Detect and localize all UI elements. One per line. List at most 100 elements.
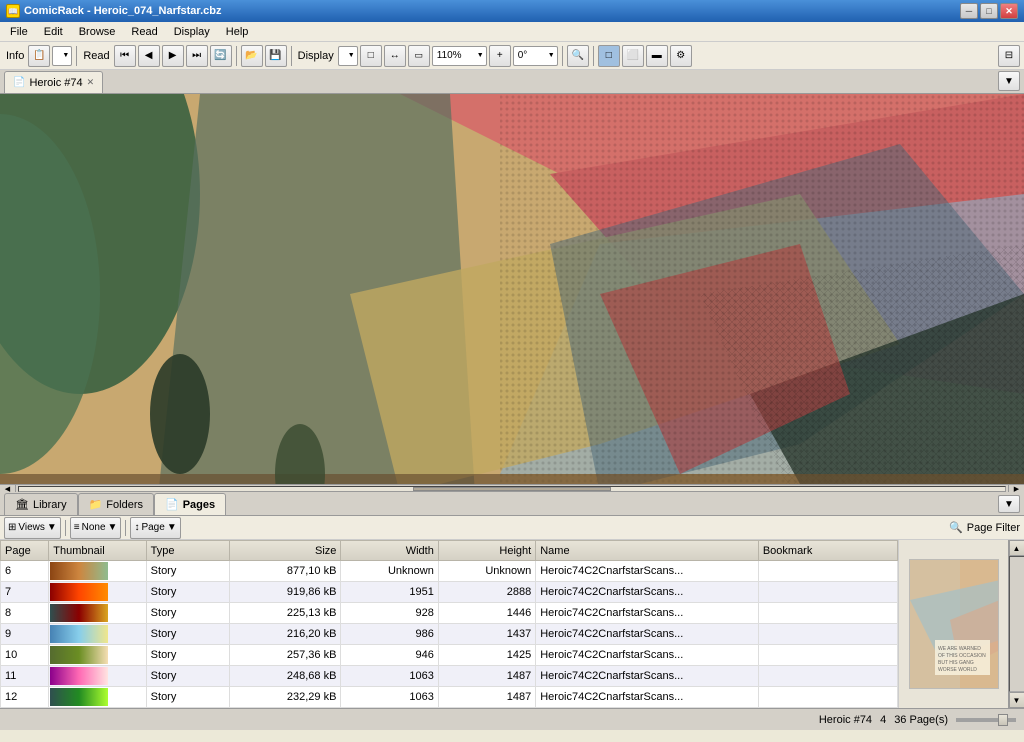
cell-size: 257,36 kB: [230, 645, 341, 666]
prev-page-icon: ◀: [145, 50, 153, 61]
cell-width: 928: [341, 603, 438, 624]
cell-page: 7: [1, 582, 49, 603]
table-row[interactable]: 11Story248,68 kB10631487Heroic74C2Cnarfs…: [1, 666, 898, 687]
fit-width-button[interactable]: ↔: [384, 45, 406, 67]
first-page-button[interactable]: ⏮: [114, 45, 136, 67]
cell-height: Unknown: [438, 561, 535, 582]
col-header-bookmark[interactable]: Bookmark: [758, 541, 897, 561]
mode-dropdown[interactable]: [52, 46, 72, 66]
restore-button[interactable]: □: [980, 3, 998, 19]
svg-text:OF THIS OCCASION: OF THIS OCCASION: [938, 653, 986, 659]
cell-size: 225,13 kB: [230, 603, 341, 624]
library-tab[interactable]: 🏛 Library: [4, 493, 78, 515]
view-single-button[interactable]: □: [598, 45, 620, 67]
view-strip-button[interactable]: ▬: [646, 45, 668, 67]
cell-name: Heroic74C2CnarfstarScans...: [536, 603, 759, 624]
cell-name: Heroic74C2CnarfstarScans...: [536, 624, 759, 645]
page-count-button[interactable]: ▭: [408, 45, 430, 67]
cell-width: Unknown: [341, 561, 438, 582]
table-row[interactable]: 8Story225,13 kB9281446Heroic74C2Cnarfsta…: [1, 603, 898, 624]
views-button[interactable]: ⊞ Views ▼: [4, 517, 61, 539]
next-page-button[interactable]: ▶: [162, 45, 184, 67]
table-row[interactable]: 7Story919,86 kB19512888Heroic74C2Cnarfst…: [1, 582, 898, 603]
menu-read[interactable]: Read: [125, 25, 163, 39]
cell-thumbnail: [49, 666, 146, 687]
panel-toggle-button[interactable]: ⊟: [998, 45, 1020, 67]
views-dropdown-icon: ▼: [47, 522, 57, 533]
viewer-scrollbar-track[interactable]: [18, 486, 1006, 492]
comic-tab-icon: 📄: [13, 77, 25, 88]
zoom-in-button[interactable]: +: [489, 45, 511, 67]
view-options-button[interactable]: ⚙: [670, 45, 692, 67]
save-button[interactable]: 💾: [265, 45, 287, 67]
table-main[interactable]: Page Thumbnail Type Size Width Height Na…: [0, 540, 898, 708]
viewer-scrollbar[interactable]: ◀ ▶: [0, 484, 1024, 492]
viewer-area[interactable]: [0, 94, 1024, 484]
right-toolbar-area: ⊟: [998, 45, 1020, 67]
cell-type: Story: [146, 603, 229, 624]
table-row[interactable]: 9Story216,20 kB9861437Heroic74C2Cnarfsta…: [1, 624, 898, 645]
menu-file[interactable]: File: [4, 25, 34, 39]
comic-tab[interactable]: 📄 Heroic #74 ✕: [4, 71, 103, 93]
zoom-dropdown[interactable]: 110%: [432, 46, 487, 66]
scrollbar-track[interactable]: [1009, 556, 1024, 692]
view-double-button[interactable]: ⬜: [622, 45, 644, 67]
bottom-panel: 🏛 Library 📁 Folders 📄 Pages ▼ ⊞ Views ▼ …: [0, 492, 1024, 708]
table-row[interactable]: 12Story232,29 kB10631487Heroic74C2Cnarfs…: [1, 687, 898, 708]
cell-height: 1437: [438, 624, 535, 645]
cell-size: 232,29 kB: [230, 687, 341, 708]
refresh-icon: 🔄: [214, 50, 226, 61]
table-row[interactable]: 10Story257,36 kB9461425Heroic74C2Cnarfst…: [1, 645, 898, 666]
col-header-page[interactable]: Page: [1, 541, 49, 561]
prev-page-button[interactable]: ◀: [138, 45, 160, 67]
menu-edit[interactable]: Edit: [38, 25, 69, 39]
refresh-button[interactable]: 🔄: [210, 45, 232, 67]
fit-button[interactable]: □: [360, 45, 382, 67]
menu-help[interactable]: Help: [220, 25, 255, 39]
minimize-button[interactable]: ─: [960, 3, 978, 19]
cell-width: 986: [341, 624, 438, 645]
comic-tab-bar: 📄 Heroic #74 ✕ ▼: [0, 70, 1024, 94]
viewer-scrollbar-thumb[interactable]: [413, 487, 610, 491]
pages-tab[interactable]: 📄 Pages: [154, 493, 226, 515]
col-header-size[interactable]: Size: [230, 541, 341, 561]
col-header-name[interactable]: Name: [536, 541, 759, 561]
last-page-button[interactable]: ⏭: [186, 45, 208, 67]
cell-type: Story: [146, 624, 229, 645]
close-button[interactable]: ✕: [1000, 3, 1018, 19]
menu-display[interactable]: Display: [168, 25, 216, 39]
table-row[interactable]: 6Story877,10 kBUnknownUnknownHeroic74C2C…: [1, 561, 898, 582]
cell-name: Heroic74C2CnarfstarScans...: [536, 687, 759, 708]
col-header-width[interactable]: Width: [341, 541, 438, 561]
none-button[interactable]: ≡ None ▼: [70, 517, 122, 539]
tab-dropdown-button[interactable]: ▼: [998, 71, 1020, 91]
folders-tab[interactable]: 📁 Folders: [78, 493, 154, 515]
cell-thumbnail: [49, 582, 146, 603]
status-slider[interactable]: [956, 718, 1016, 722]
search-button[interactable]: 🔍: [567, 45, 589, 67]
sort-button[interactable]: ↕ Page ▼: [130, 517, 180, 539]
page-filter-label: Page Filter: [967, 522, 1020, 534]
bottom-tab-bar: 🏛 Library 📁 Folders 📄 Pages ▼: [0, 492, 1024, 516]
cell-page: 6: [1, 561, 49, 582]
large-thumbnail: WE ARE WARNED OF THIS OCCASION BUT HIS G…: [909, 559, 999, 689]
comic-tab-close[interactable]: ✕: [87, 77, 95, 88]
col-header-thumbnail[interactable]: Thumbnail: [49, 541, 146, 561]
info-button[interactable]: 📋: [28, 45, 50, 67]
col-header-height[interactable]: Height: [438, 541, 535, 561]
cell-height: 1487: [438, 666, 535, 687]
rotation-dropdown[interactable]: 0°: [513, 46, 558, 66]
scroll-down-button[interactable]: ▼: [1009, 692, 1024, 708]
status-slider-thumb[interactable]: [998, 714, 1008, 726]
menu-browse[interactable]: Browse: [73, 25, 122, 39]
col-header-type[interactable]: Type: [146, 541, 229, 561]
cell-height: 1425: [438, 645, 535, 666]
none-dropdown-icon: ▼: [108, 522, 118, 533]
display-dropdown[interactable]: [338, 46, 358, 66]
library-tab-icon: 🏛: [15, 498, 29, 511]
panel-expand-button[interactable]: ▼: [998, 495, 1020, 513]
open-button[interactable]: 📂: [241, 45, 263, 67]
panel-dropdown-btn[interactable]: ▼: [998, 495, 1020, 513]
scroll-up-button[interactable]: ▲: [1009, 540, 1024, 556]
folders-tab-label: Folders: [106, 499, 143, 511]
